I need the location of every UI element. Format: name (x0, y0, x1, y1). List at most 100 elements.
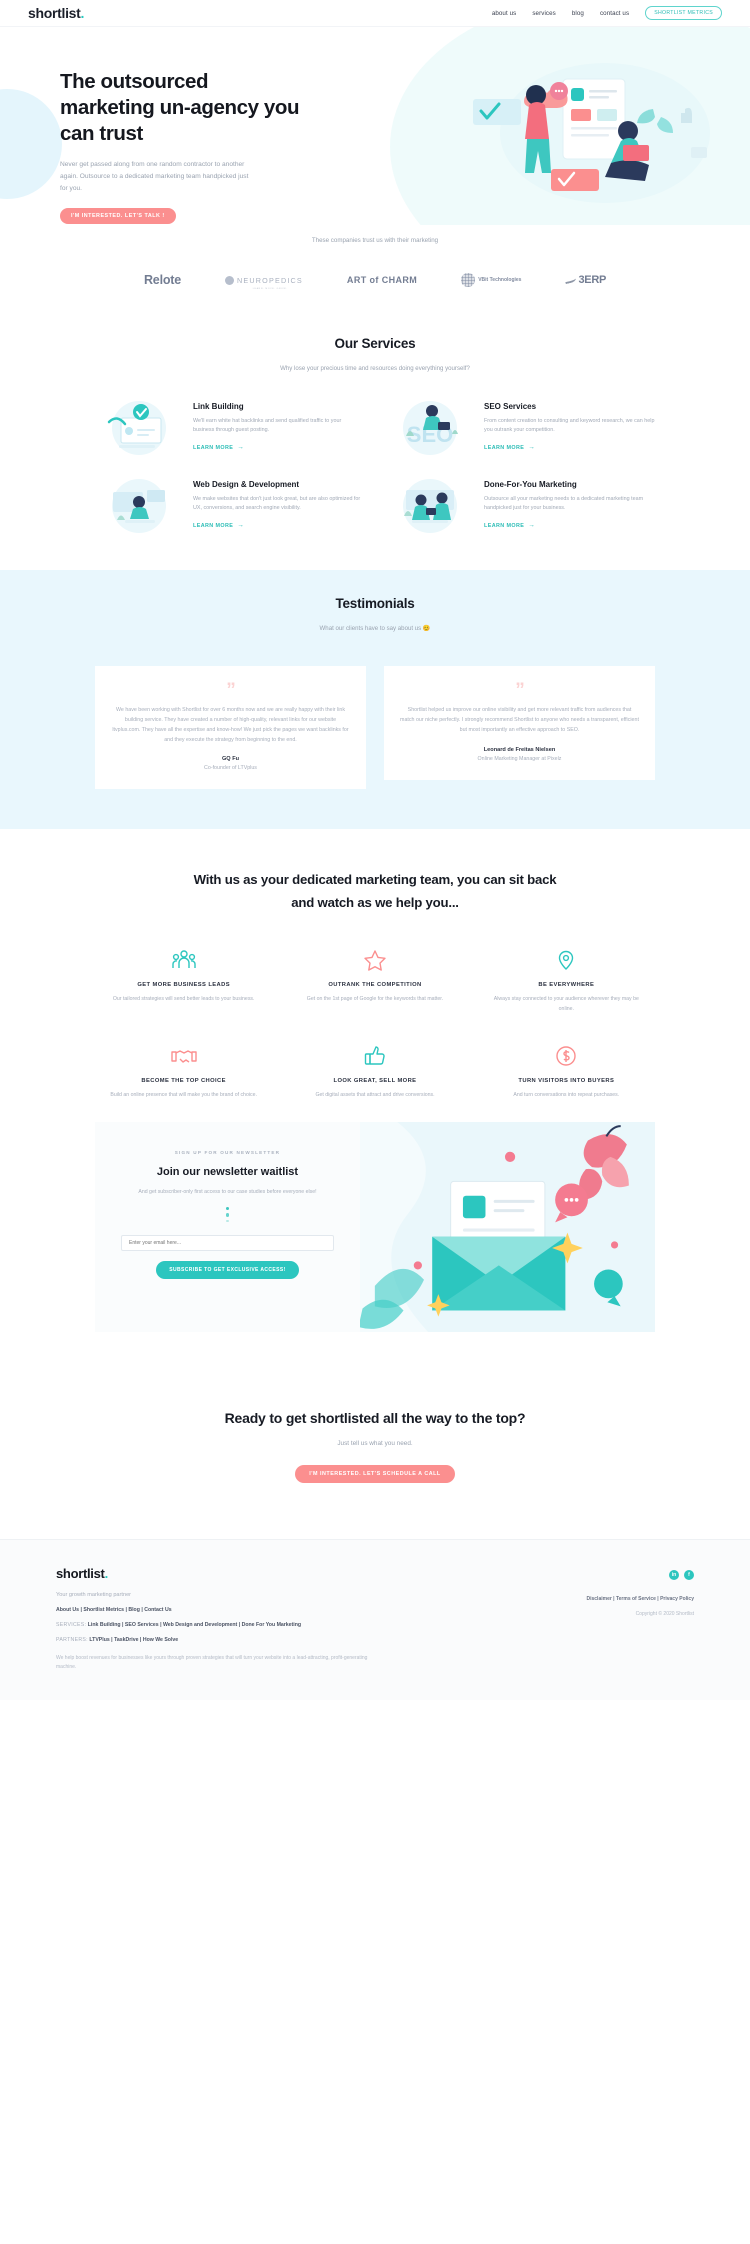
footer-services-links[interactable]: Link Building | SEO Services | Web Desig… (88, 1622, 301, 1628)
arrow-right-icon: → (237, 522, 245, 530)
benefit-outrank-the-competition: OUTRANK THE COMPETITION Get on the 1st p… (286, 948, 463, 1014)
service-card-done-for-you-marketing[interactable]: Done-For-You Marketing Outsource all you… (386, 476, 655, 536)
client-logo-neuropedics-text: NEUROPEDICS (237, 276, 303, 285)
done-for-you-illustration (386, 476, 474, 536)
footer-partners-links[interactable]: LTVPlus | TaskDrive | How We Solve (89, 1637, 178, 1643)
web-design-illustration (95, 476, 183, 536)
newsletter-kicker: SIGN UP FOR OUR NEWSLETTER (174, 1150, 281, 1156)
footer-main-links[interactable]: About Us | Shortlist Metrics | Blog | Co… (56, 1607, 494, 1613)
benefit-desc: Our tailored strategies will send better… (112, 996, 255, 1003)
benefit-desc: Build an online presence that will make … (110, 1092, 257, 1099)
brain-icon (225, 275, 234, 285)
service-desc: Outsource all your marketing needs to a … (484, 496, 644, 512)
dot-cluster-icon (461, 273, 476, 287)
service-title: Web Design & Development (193, 480, 300, 489)
testimonials-title: Testimonials (335, 596, 415, 611)
testimonials-section: Testimonials What our clients have to sa… (0, 570, 750, 830)
top-navigation-bar: shortlist. about us services blog contac… (0, 0, 750, 27)
handshake-icon (107, 1044, 260, 1068)
client-logo-vbit-text: VBit Technologies (478, 277, 522, 283)
thumbs-up-icon (298, 1044, 451, 1068)
footer-services-key: SERVICES: (56, 1622, 87, 1629)
footer-services-row: SERVICES: Link Building | SEO Services |… (56, 1622, 494, 1628)
client-logo-neuropedics-sub: LEARN. MOVE. GROW. (252, 288, 288, 290)
service-title: SEO Services (484, 402, 537, 411)
footer-left: shortlist. Your growth marketing partner… (56, 1566, 494, 1672)
service-desc: From content creation to consulting and … (484, 418, 655, 434)
learn-more-link-seo-services[interactable]: LEARN MORE → (484, 444, 535, 451)
benefit-turn-visitors-into-buyers: TURN VISITORS INTO BUYERS And turn conve… (478, 1044, 655, 1100)
quote-mark-icon: ” (515, 680, 525, 701)
cta-schedule-call-button[interactable]: I'M INTERESTED. LET'S SCHEDULE A CALL (295, 1465, 455, 1484)
cta-subtitle: Just tell us what you need. (337, 1440, 413, 1448)
nav-item-about-us[interactable]: about us (492, 10, 517, 17)
newsletter-subscribe-button[interactable]: SUBSCRIBE TO GET EXCLUSIVE ACCESS! (156, 1261, 299, 1280)
benefit-title: LOOK GREAT, SELL MORE (333, 1078, 417, 1085)
benefits-section: With us as your dedicated marketing team… (0, 829, 750, 1359)
arrow-right-icon: → (528, 444, 536, 452)
hero-heading: The outsourced marketing un-agency you c… (60, 70, 300, 146)
dot-2 (225, 1213, 230, 1217)
benefit-title: GET MORE BUSINESS LEADS (137, 982, 230, 989)
service-card-link-building[interactable]: Link Building We'll earn white hat backl… (95, 398, 364, 458)
hero-cta-button[interactable]: I'M INTERESTED. LET'S TALK ! (60, 208, 176, 225)
quote-mark-icon: ” (226, 680, 236, 701)
trusted-by-label: These companies trust us with their mark… (311, 237, 439, 244)
learn-more-link-done-for-you-marketing[interactable]: LEARN MORE → (484, 522, 535, 529)
service-title: Done-For-You Marketing (484, 480, 577, 489)
benefit-title: BE EVERYWHERE (538, 982, 595, 989)
client-logo-3erp: 3ERP (564, 274, 607, 286)
testimonial-card-gq-fu: ” We have been working with Shortlist fo… (95, 666, 366, 790)
hero-section: The outsourced marketing un-agency you c… (0, 27, 750, 225)
testimonials-grid: ” We have been working with Shortlist fo… (95, 666, 655, 790)
client-logo-neuropedics: NEUROPEDICS LEARN. MOVE. GROW. (225, 270, 303, 290)
brand-logo-dot: . (80, 5, 85, 21)
learn-more-label: LEARN MORE (193, 444, 234, 451)
seo-services-illustration: SEO (386, 398, 474, 458)
facebook-icon[interactable]: f (684, 1570, 694, 1581)
benefits-heading-line2: and watch as we help you... (291, 894, 459, 910)
learn-more-link-link-building[interactable]: LEARN MORE → (193, 444, 244, 451)
learn-more-link-web-design-development[interactable]: LEARN MORE → (193, 522, 244, 529)
newsletter-paragraph: And get subscriber-only first access to … (138, 1189, 317, 1196)
group-people-icon (107, 948, 260, 972)
client-logo-3erp-text: 3ERP (578, 274, 607, 286)
dot-1 (225, 1206, 230, 1211)
decorative-dots (121, 1206, 334, 1223)
footer-logo[interactable]: shortlist. (56, 1566, 494, 1581)
nav-item-blog[interactable]: blog (572, 10, 584, 17)
benefit-get-more-business-leads: GET MORE BUSINESS LEADS Our tailored str… (95, 948, 272, 1014)
newsletter-illustration-panel (360, 1122, 655, 1333)
benefit-desc: Get on the 1st page of Google for the ke… (306, 996, 444, 1003)
testimonial-card-leonard-nielsen: ” Shortlist helped us improve our online… (384, 666, 655, 780)
hero-illustration (473, 63, 710, 203)
arrow-right-icon: → (528, 522, 536, 530)
brand-logo[interactable]: shortlist. (28, 5, 84, 21)
benefits-heading: With us as your dedicated marketing team… (0, 869, 750, 914)
shortlist-metrics-button[interactable]: SHORTLIST METRICS (645, 6, 722, 20)
services-subtitle: Why lose your precious time and resource… (280, 365, 470, 372)
newsletter-email-input[interactable] (121, 1235, 334, 1252)
service-card-seo-services[interactable]: SEO SEO Services From content creation t… (386, 398, 655, 458)
service-body: Done-For-You Marketing Outsource all you… (484, 476, 655, 532)
footer-note: We help boost revenues for businesses li… (56, 1655, 368, 1671)
nav-item-services[interactable]: services (532, 10, 556, 17)
footer-copyright: Copyright © 2020 Shortlist (635, 1611, 694, 1618)
newsletter-heading: Join our newsletter waitlist (156, 1166, 299, 1179)
linkedin-icon[interactable]: in (669, 1570, 679, 1581)
benefits-grid: GET MORE BUSINESS LEADS Our tailored str… (95, 948, 655, 1100)
benefit-become-the-top-choice: BECOME THE TOP CHOICE Build an online pr… (95, 1044, 272, 1100)
service-desc: We make websites that don't just look gr… (193, 496, 361, 512)
learn-more-label: LEARN MORE (193, 522, 234, 529)
brand-logo-text: shortlist (28, 5, 81, 21)
newsletter-section: SIGN UP FOR OUR NEWSLETTER Join our news… (95, 1122, 655, 1333)
footer-tagline: Your growth marketing partner (56, 1592, 132, 1599)
benefit-desc: Always stay connected to your audience w… (493, 996, 639, 1012)
footer-partners-key: PARTNERS: (56, 1637, 88, 1644)
service-card-web-design-development[interactable]: Web Design & Development We make website… (95, 476, 364, 536)
nav-item-contact-us[interactable]: contact us (600, 10, 629, 17)
benefit-desc: And turn conversations into repeat purch… (513, 1092, 620, 1099)
footer-legal-links[interactable]: Disclaimer | Terms of Service | Privacy … (494, 1596, 695, 1602)
star-icon (298, 948, 451, 972)
testimonial-author-name: GQ Fu (221, 756, 240, 763)
